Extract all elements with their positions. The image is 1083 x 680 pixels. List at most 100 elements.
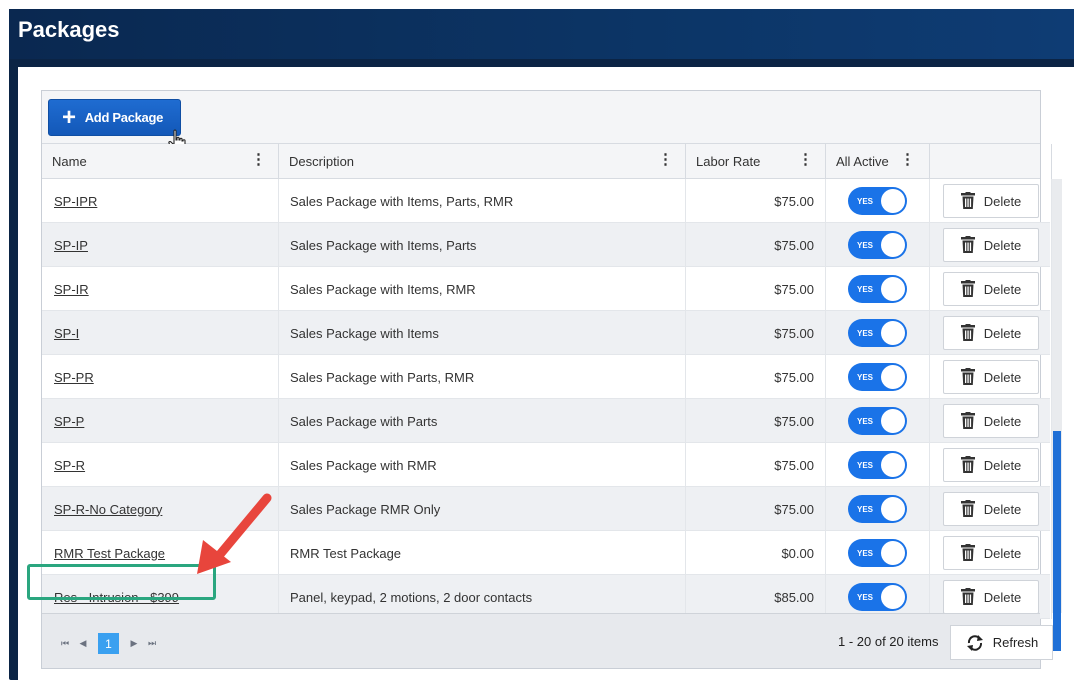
table-row: SP-R-No Category Sales Package RMR Only … [42,487,1052,531]
delete-label: Delete [983,237,1022,253]
pagination: ⏮ ◀ 1 ▶ ⏭ [56,633,161,654]
toggle-yes-label: YES [857,284,874,294]
column-menu-icon[interactable]: ⋮ [798,152,813,167]
active-toggle[interactable]: YES [848,583,907,611]
active-cell: YES [826,487,930,531]
delete-button[interactable]: Delete [942,272,1039,306]
column-header-labor-rate[interactable]: Labor Rate ⋮ [686,144,826,179]
first-page-icon[interactable]: ⏮ [56,638,74,649]
column-menu-icon[interactable]: ⋮ [900,152,915,167]
delete-button[interactable]: Delete [942,184,1039,218]
column-description-label: Description [289,154,355,169]
scrollbar-thumb[interactable] [1053,431,1061,651]
name-cell: SP-R [42,443,279,487]
toggle-knob [881,277,905,301]
toggle-knob [881,541,905,565]
table-row: SP-IR Sales Package with Items, RMR $75.… [42,267,1052,311]
trash-icon [960,412,975,429]
last-page-icon[interactable]: ⏭ [143,638,161,649]
name-cell: SP-IP [42,223,279,267]
column-menu-icon[interactable]: ⋮ [251,152,266,167]
active-cell: YES [826,531,930,575]
table-row: SP-IPR Sales Package with Items, Parts, … [42,179,1052,223]
package-name-link[interactable]: SP-IPR [54,194,97,209]
trash-icon [960,324,975,341]
package-name-link[interactable]: SP-P [54,414,84,429]
package-name-link[interactable]: RMR Test Package [54,546,165,561]
name-cell: SP-P [42,399,279,443]
column-header-description[interactable]: Description ⋮ [279,144,686,179]
package-name-link[interactable]: SP-IR [54,282,89,297]
toggle-yes-label: YES [857,416,874,426]
toggle-yes-label: YES [857,240,874,250]
active-toggle[interactable]: YES [848,539,907,567]
refresh-button[interactable]: Refresh [950,625,1053,660]
name-cell: SP-IR [42,267,279,311]
plus-icon: + [62,103,76,131]
active-toggle[interactable]: YES [848,231,907,259]
active-cell: YES [826,355,930,399]
toggle-knob [881,189,905,213]
grid-header: Name ⋮ Description ⋮ Labor Rate ⋮ All Ac… [42,144,1052,179]
delete-button[interactable]: Delete [942,492,1039,526]
trash-icon [960,456,975,473]
column-header-all-active[interactable]: All Active ⋮ [826,144,930,179]
delete-cell: Delete [930,311,1052,355]
table-row: SP-R Sales Package with RMR $75.00 YES D… [42,443,1052,487]
package-name-link[interactable]: SP-PR [54,370,94,385]
package-name-link[interactable]: SP-R [54,458,85,473]
column-header-name[interactable]: Name ⋮ [42,144,279,179]
delete-button[interactable]: Delete [942,228,1039,262]
labor-rate-cell: $75.00 [686,355,826,399]
column-labor-rate-label: Labor Rate [696,154,761,169]
labor-rate-cell: $75.00 [686,267,826,311]
add-package-button[interactable]: + Add Package [48,99,181,136]
description-cell: Sales Package with RMR [279,443,686,487]
toggle-yes-label: YES [857,592,874,602]
toggle-yes-label: YES [857,504,874,514]
toggle-knob [881,365,905,389]
trash-icon [960,544,975,561]
active-toggle[interactable]: YES [848,275,907,303]
delete-button[interactable]: Delete [942,360,1039,394]
next-page-icon[interactable]: ▶ [125,638,143,649]
delete-button[interactable]: Delete [942,536,1039,570]
page-number-button[interactable]: 1 [98,633,119,654]
delete-button[interactable]: Delete [942,316,1039,350]
description-cell: RMR Test Package [279,531,686,575]
grid-toolbar: + Add Package [42,91,1040,154]
delete-cell: Delete [930,223,1052,267]
active-toggle[interactable]: YES [848,319,907,347]
toggle-knob [881,409,905,433]
description-cell: Sales Package RMR Only [279,487,686,531]
column-menu-icon[interactable]: ⋮ [658,152,673,167]
active-cell: YES [826,179,930,223]
package-name-link[interactable]: SP-R-No Category [54,502,162,517]
delete-label: Delete [983,413,1022,429]
active-toggle[interactable]: YES [848,187,907,215]
active-toggle[interactable]: YES [848,451,907,479]
prev-page-icon[interactable]: ◀ [74,638,92,649]
add-package-label: Add Package [84,110,164,125]
active-cell: YES [826,443,930,487]
active-toggle[interactable]: YES [848,407,907,435]
package-name-link[interactable]: SP-I [54,326,79,341]
table-row: SP-IP Sales Package with Items, Parts $7… [42,223,1052,267]
delete-label: Delete [983,281,1022,297]
active-toggle[interactable]: YES [848,363,907,391]
active-cell: YES [826,399,930,443]
active-cell: YES [826,223,930,267]
delete-label: Delete [983,457,1022,473]
package-name-link[interactable]: SP-IP [54,238,88,253]
delete-button[interactable]: Delete [942,404,1039,438]
name-cell: SP-IPR [42,179,279,223]
description-cell: Sales Package with Parts, RMR [279,355,686,399]
delete-label: Delete [983,193,1022,209]
trash-icon [960,588,975,605]
toggle-yes-label: YES [857,372,874,382]
delete-button[interactable]: Delete [942,448,1039,482]
delete-cell: Delete [930,531,1052,575]
delete-button[interactable]: Delete [942,580,1039,614]
active-toggle[interactable]: YES [848,495,907,523]
annotation-arrow-icon [197,493,272,574]
